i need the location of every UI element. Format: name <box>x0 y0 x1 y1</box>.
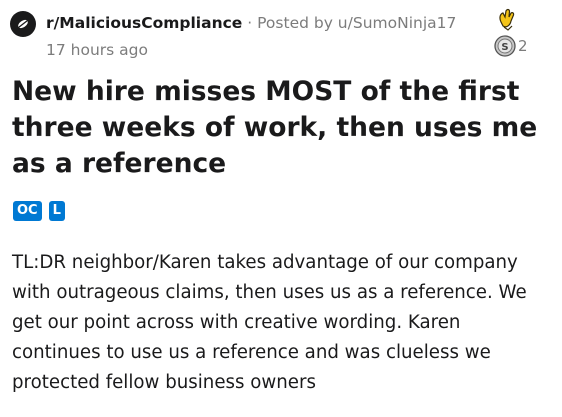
post-meta: r/MaliciousCompliance · Posted by u/Sumo… <box>46 12 456 34</box>
awards-area[interactable]: S 2 <box>494 8 538 64</box>
posted-by-link[interactable]: Posted by u/SumoNinja17 <box>257 14 456 32</box>
hand-wave-award-icon[interactable] <box>496 8 518 36</box>
meta-separator: · <box>247 14 253 32</box>
post-timestamp[interactable]: 17 hours ago <box>46 39 148 61</box>
subreddit-icon[interactable] <box>10 11 36 37</box>
flair-list: OC L <box>13 201 65 221</box>
svg-text:S: S <box>501 42 508 53</box>
post-header: r/MaliciousCompliance · Posted by u/Sumo… <box>10 8 552 64</box>
award-count: 2 <box>518 37 528 55</box>
subreddit-link[interactable]: r/MaliciousCompliance <box>46 14 242 32</box>
flair-l[interactable]: L <box>48 201 65 221</box>
post-title[interactable]: New hire misses MOST of the first three … <box>12 74 560 182</box>
flair-oc[interactable]: OC <box>13 201 42 221</box>
silver-award-icon[interactable]: S <box>494 35 516 61</box>
post-body: TL:DR neighbor/Karen takes advantage of … <box>12 252 527 393</box>
